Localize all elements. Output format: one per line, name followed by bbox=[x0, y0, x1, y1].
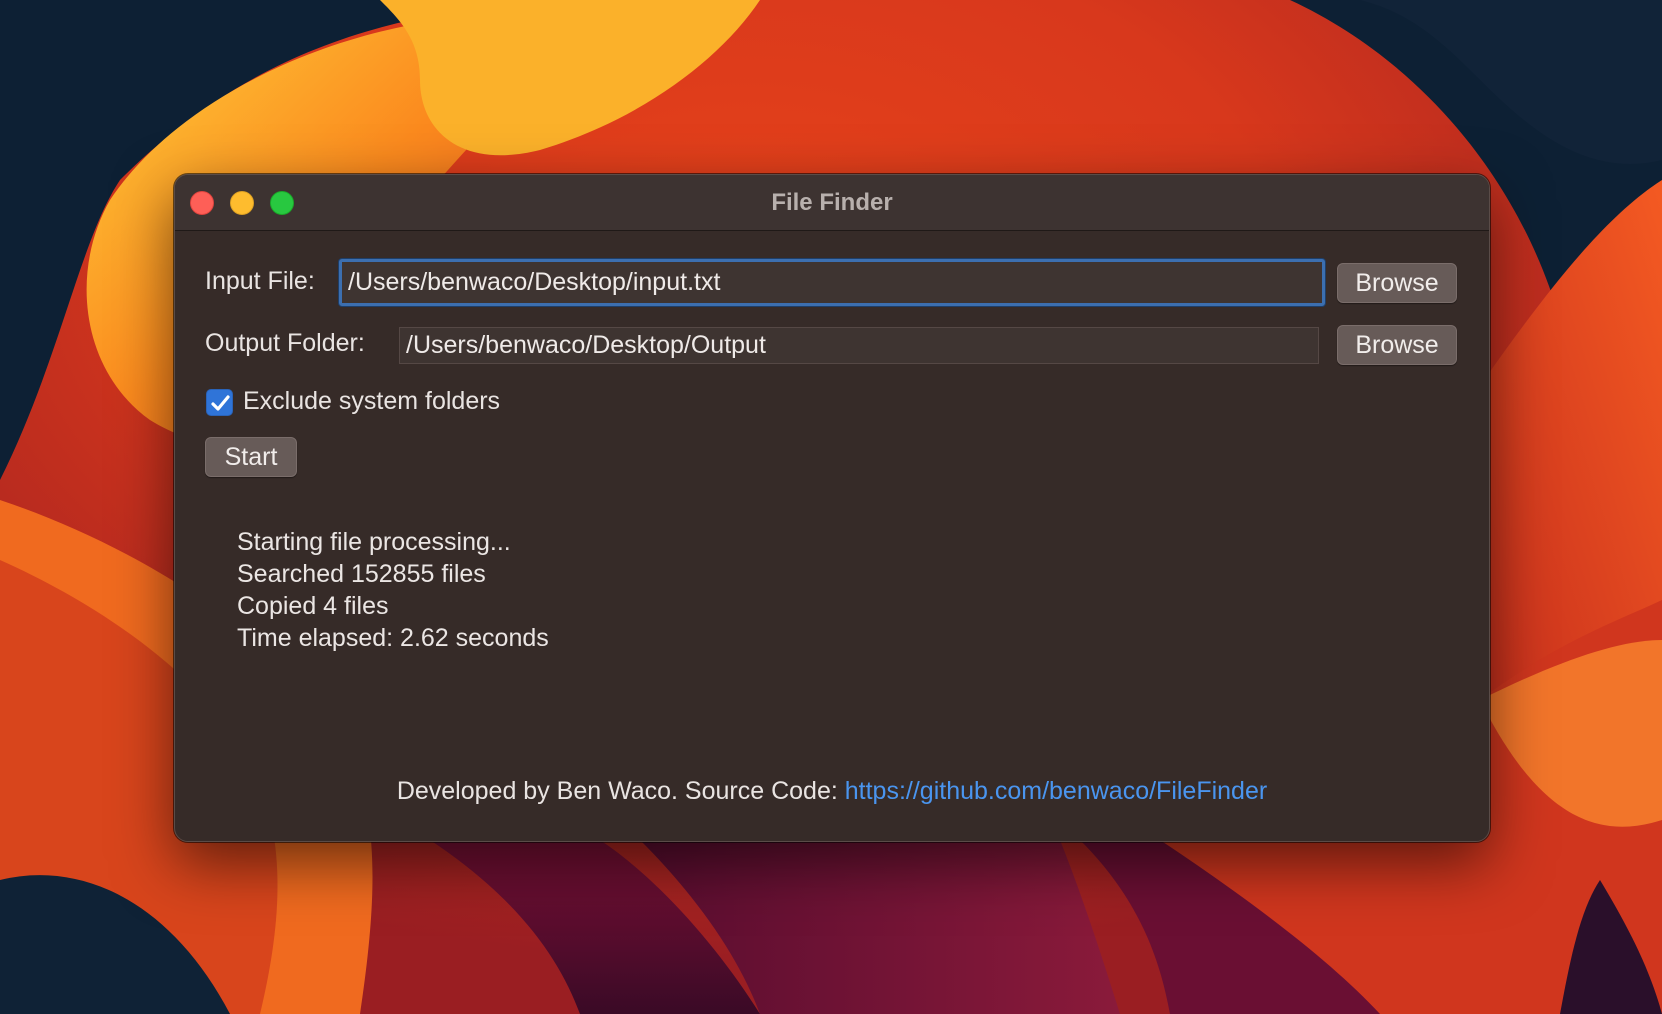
file-finder-window: File Finder Input File: Browse Output Fo… bbox=[174, 174, 1490, 842]
output-folder-label: Output Folder: bbox=[205, 329, 365, 357]
source-code-link[interactable]: https://github.com/benwaco/FileFinder bbox=[845, 777, 1267, 805]
output-folder-browse-button[interactable]: Browse bbox=[1337, 325, 1457, 365]
log-line: Starting file processing... bbox=[237, 528, 511, 556]
input-file-browse-button[interactable]: Browse bbox=[1337, 263, 1457, 303]
output-folder-field[interactable] bbox=[399, 327, 1319, 364]
footer: Developed by Ben Waco. Source Code: http… bbox=[175, 777, 1489, 806]
title-bar[interactable]: File Finder bbox=[175, 175, 1489, 231]
start-button[interactable]: Start bbox=[205, 437, 297, 477]
window-title: File Finder bbox=[771, 189, 893, 216]
exclude-system-checkbox[interactable] bbox=[206, 389, 233, 416]
input-file-label: Input File: bbox=[205, 267, 315, 295]
log-line: Searched 152855 files bbox=[237, 560, 486, 588]
checkmark-icon bbox=[211, 395, 230, 411]
exclude-system-label[interactable]: Exclude system folders bbox=[243, 387, 500, 416]
footer-credit-text: Developed by Ben Waco. Source Code: bbox=[396, 777, 845, 805]
log-output: Starting file processing... Searched 152… bbox=[237, 526, 549, 654]
input-file-field[interactable] bbox=[339, 259, 1325, 306]
log-line: Time elapsed: 2.62 seconds bbox=[237, 624, 549, 652]
log-line: Copied 4 files bbox=[237, 592, 389, 620]
